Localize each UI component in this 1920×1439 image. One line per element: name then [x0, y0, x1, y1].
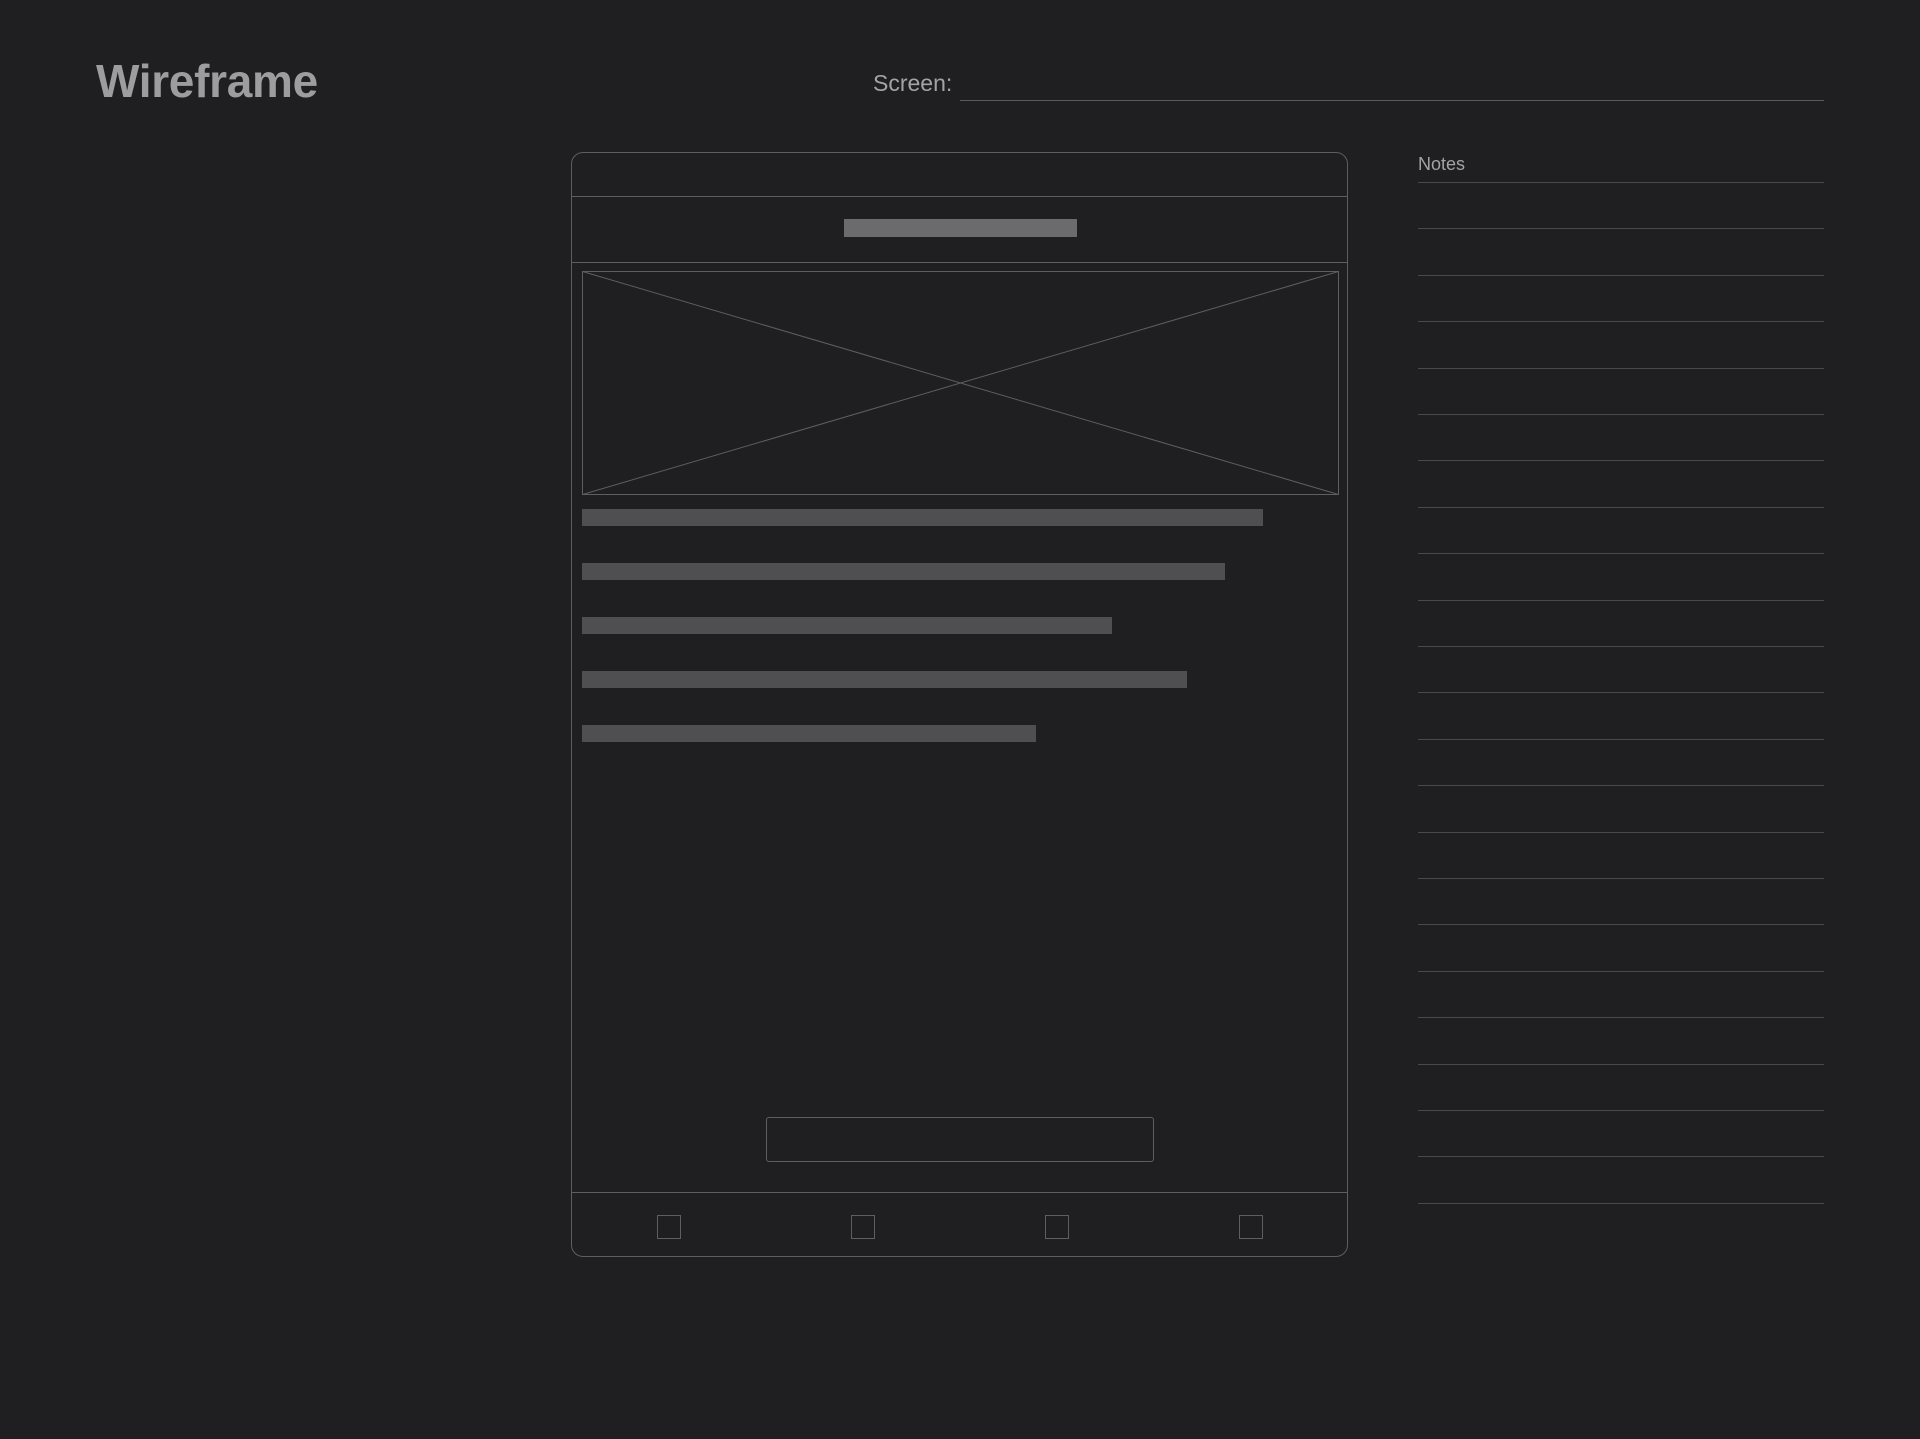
page-title: Wireframe: [96, 55, 318, 107]
note-line: [1418, 1017, 1824, 1018]
screen-label: Screen:: [873, 70, 953, 96]
tab-item-2[interactable]: [851, 1215, 875, 1239]
note-line: [1418, 228, 1824, 229]
text-line-placeholder: [582, 617, 1112, 634]
note-line: [1418, 1110, 1824, 1111]
text-line-placeholder: [582, 671, 1187, 688]
note-line: [1418, 739, 1824, 740]
note-line: [1418, 507, 1824, 508]
phone-frame: [571, 152, 1348, 1257]
status-bar: [572, 153, 1347, 197]
screen-name-field[interactable]: [960, 100, 1824, 101]
note-line: [1418, 553, 1824, 554]
nav-title-placeholder: [844, 219, 1077, 237]
image-placeholder-icon: [582, 271, 1339, 495]
tab-item-3[interactable]: [1045, 1215, 1069, 1239]
tab-bar: [572, 1192, 1347, 1257]
tab-item-4[interactable]: [1239, 1215, 1263, 1239]
note-line: [1418, 600, 1824, 601]
note-line: [1418, 1156, 1824, 1157]
note-line: [1418, 1064, 1824, 1065]
note-line: [1418, 1203, 1824, 1204]
note-line: [1418, 275, 1824, 276]
primary-button[interactable]: [766, 1117, 1154, 1162]
notes-label: Notes: [1418, 154, 1466, 174]
note-line: [1418, 414, 1824, 415]
text-line-placeholder: [582, 509, 1263, 526]
text-line-placeholder: [582, 725, 1036, 742]
note-line: [1418, 692, 1824, 693]
nav-bar: [572, 196, 1347, 263]
tab-item-1[interactable]: [657, 1215, 681, 1239]
note-line: [1418, 924, 1824, 925]
note-line: [1418, 832, 1824, 833]
note-line: [1418, 321, 1824, 322]
note-line: [1418, 971, 1824, 972]
note-line: [1418, 182, 1824, 183]
note-line: [1418, 878, 1824, 879]
note-line: [1418, 460, 1824, 461]
note-line: [1418, 785, 1824, 786]
note-line: [1418, 368, 1824, 369]
text-line-placeholder: [582, 563, 1225, 580]
note-line: [1418, 646, 1824, 647]
